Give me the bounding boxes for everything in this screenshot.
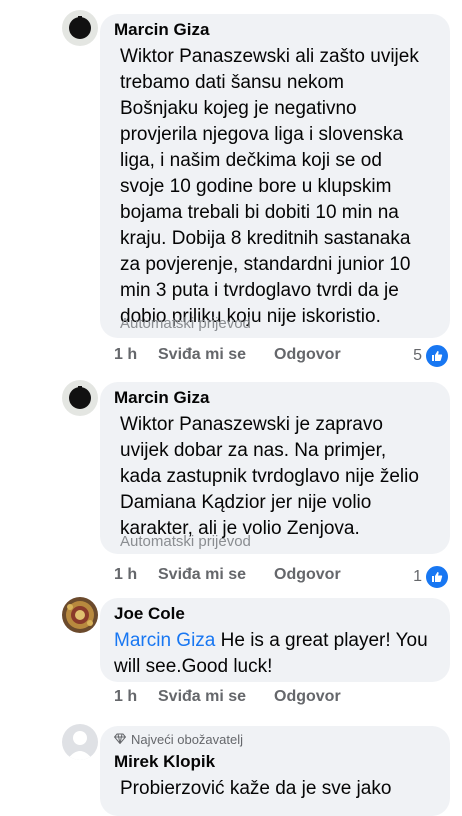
thumbs-up-icon — [424, 343, 450, 369]
comment-bubble: Marcin Giza Wiktor Panaszewski je zaprav… — [100, 382, 450, 554]
reply-button[interactable]: Odgovor — [274, 346, 341, 364]
comment-line: Bošnjaku kojeg je negativno — [120, 98, 357, 119]
avatar[interactable] — [62, 724, 98, 760]
comment-text: Wiktor Panaszewski ali zašto uvijek treb… — [120, 44, 419, 330]
comment-line: bojama trebali bi dobiti 10 min na — [120, 202, 399, 223]
comment-line: za povjerenje, standardni junior 10 — [120, 254, 411, 275]
comment-author[interactable]: Marcin Giza — [114, 20, 209, 40]
like-button[interactable]: Sviđa mi se — [158, 566, 246, 584]
like-button[interactable]: Sviđa mi se — [158, 346, 246, 364]
comment-time[interactable]: 1 h — [114, 566, 137, 584]
comment-line: Wiktor Panaszewski je zapravo — [120, 414, 383, 435]
avatar[interactable] — [62, 10, 98, 46]
auto-translation-label[interactable]: Automatski prijevod — [120, 315, 251, 332]
comment-line: min 3 puta i tvrdoglavo tvrdi da je — [120, 280, 399, 301]
comment-line: liga, i našim dečkima koji se od — [120, 150, 382, 171]
thumbs-up-icon — [424, 564, 450, 590]
comment-author[interactable]: Mirek Klopik — [114, 752, 215, 772]
like-button[interactable]: Sviđa mi se — [158, 688, 246, 706]
comment-line: provjerila njegova liga i slovenska — [120, 124, 404, 145]
reaction-count[interactable]: 1 — [413, 564, 450, 590]
comment-line: kada zastupnik tvrdoglavo nije želio — [120, 466, 419, 487]
comment-line: uvijek dobar za nas. Na primjer, — [120, 440, 387, 461]
comment-line: will see.Good luck! — [114, 656, 273, 677]
comment-line: svoje 10 godine bore u klupskim — [120, 176, 392, 197]
reply-bubble: Joe Cole Marcin Giza He is a great playe… — [100, 598, 450, 682]
reply-button[interactable]: Odgovor — [274, 688, 341, 706]
comment-line: Marcin Giza He is a great player! You — [114, 630, 428, 651]
comment-text: Wiktor Panaszewski je zapravo uvijek dob… — [120, 412, 419, 542]
comment-bubble: Najveći obožavatelj Mirek Klopik Probier… — [100, 726, 450, 816]
top-fan-badge[interactable]: Najveći obožavatelj — [113, 732, 243, 747]
comment-time[interactable]: 1 h — [114, 688, 137, 706]
auto-translation-label[interactable]: Automatski prijevod — [120, 533, 251, 550]
diamond-icon — [113, 732, 127, 747]
comment-author[interactable]: Marcin Giza — [114, 388, 209, 408]
avatar[interactable] — [62, 380, 98, 416]
comment-line: Probierzović kaže da je sve jako — [120, 778, 392, 799]
comment-bubble: Marcin Giza Wiktor Panaszewski ali zašto… — [100, 14, 450, 338]
comment-line: kraju. Dobija 8 kreditnih sastanaka — [120, 228, 411, 249]
comment-text: Probierzović kaže da je sve jako — [120, 776, 391, 802]
comment-line: Wiktor Panaszewski ali zašto uvijek — [120, 46, 419, 67]
comment-line: trebamo dati šansu nekom — [120, 72, 344, 93]
reaction-count[interactable]: 5 — [413, 343, 450, 369]
comment-time[interactable]: 1 h — [114, 346, 137, 364]
mention-link[interactable]: Marcin Giza — [114, 630, 215, 651]
comment-text: Marcin Giza He is a great player! You wi… — [114, 628, 428, 680]
reply-button[interactable]: Odgovor — [274, 566, 341, 584]
comment-author[interactable]: Joe Cole — [114, 604, 185, 624]
comment-line: Damiana Kądzior jer nije volio — [120, 492, 372, 513]
avatar[interactable] — [62, 597, 98, 633]
